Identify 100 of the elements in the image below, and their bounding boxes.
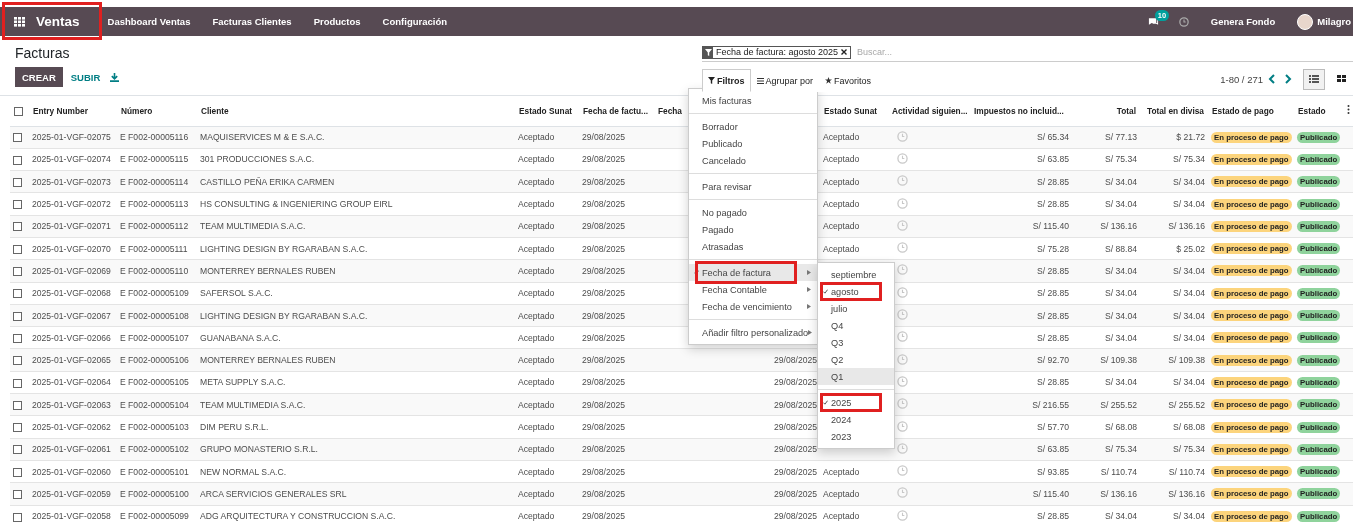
table-cell-text: S/ 110.74 [1100,466,1137,477]
column-header[interactable]: Actividad siguien... [888,96,970,126]
table-cell-text: Aceptado [518,511,555,522]
close-icon[interactable] [841,49,848,55]
column-header[interactable]: Cliente [197,96,515,126]
table-cell-text: S/ 255.52 [1168,399,1205,410]
user-name[interactable]: Milagro [1317,16,1351,27]
menu-item[interactable]: septiembre [818,266,894,283]
table-cell-text: 29/08/2025 [582,132,625,143]
table-cell-text: TEAM MULTIMEDIA S.A.C. [200,399,306,410]
chat-icon[interactable] [1147,16,1159,27]
table-cell-text: Aceptado [518,154,555,165]
company-switcher[interactable]: Genera Fondo [1210,16,1276,27]
app-title[interactable]: Ventas [36,14,80,29]
table-cell-text: E F002-00005114 [120,176,189,187]
column-header[interactable]: Número [117,96,197,126]
upload-button[interactable]: SUBIR [70,71,101,83]
row-checkbox[interactable] [13,222,22,232]
menu-item[interactable]: Q1 [818,368,894,385]
row-checkbox[interactable] [13,467,22,477]
row-checkbox[interactable] [13,512,22,522]
pager-value[interactable]: 1-80 / 271 [1220,73,1263,85]
row-checkbox[interactable] [13,177,22,187]
menu-item[interactable]: Cancelado [689,152,817,169]
nav-menu-item[interactable]: Facturas Clientes [212,16,292,27]
menu-item[interactable]: 2023 [818,428,894,445]
menu-item[interactable]: No pagado [689,204,817,221]
table-cell-text: E F002-00005111 [120,243,188,254]
filter-facet[interactable]: Fecha de factura: agosto 2025 [702,45,852,59]
column-header[interactable]: Total en divisa [1140,96,1208,126]
create-button[interactable]: CREAR [15,67,63,87]
menu-item[interactable]: Fecha Contable [689,281,817,298]
table-cell-text: 29/08/2025 [582,332,625,343]
table-cell-text: $ 21.72 [1176,132,1205,143]
table-cell-text: S/ 136.16 [1168,488,1205,499]
menu-item[interactable]: Borrador [689,118,817,135]
column-header[interactable]: Total [1072,96,1140,126]
menu-item[interactable]: julio [818,300,894,317]
row-checkbox[interactable] [13,311,22,321]
select-all-checkbox[interactable] [14,106,23,116]
table-cell-text: Aceptado [823,488,860,499]
menu-item[interactable]: Fecha de vencimiento [689,298,817,315]
menu-item[interactable]: Publicado [689,135,817,152]
row-checkbox[interactable] [13,378,22,388]
column-header[interactable]: Estado [1294,96,1343,126]
menu-item[interactable]: Q3 [818,334,894,351]
table-cell-text: Aceptado [518,332,555,343]
table-cell-text: Aceptado [823,221,860,232]
nav-menu-item[interactable]: Dashboard Ventas [107,16,191,27]
row-checkbox[interactable] [13,200,22,210]
column-header[interactable]: Estado de pago [1208,96,1294,126]
column-header[interactable]: Fecha de factu... [579,96,654,126]
apps-grid-icon[interactable] [14,16,25,27]
column-header[interactable]: Impuestos no incluid... [970,96,1072,126]
row-checkbox[interactable] [13,490,22,499]
table-cell-text: Aceptado [518,422,555,432]
menu-item[interactable]: Q2 [818,351,894,368]
table-cell-text: MAQUISERVICES M & E S.A.C. [200,132,325,143]
row-checkbox[interactable] [13,289,22,299]
menu-item[interactable]: agosto [818,283,894,300]
table-cell-text: 2025-01-VGF-02066 [32,332,111,343]
table-cell-text: 2025-01-VGF-02058 [32,511,111,522]
table-cell-text: S/ 34.04 [1173,377,1205,388]
column-header[interactable]: Estado Sunat [820,96,888,126]
menu-item[interactable]: Mis facturas [689,92,817,109]
menu-item[interactable]: Añadir filtro personalizado [689,324,817,341]
nav-menu-item[interactable]: Configuración [382,16,447,27]
table-cell-text: MONTERREY BERNALES RUBEN [200,265,336,276]
more-options-icon[interactable] [1347,105,1350,115]
menu-item[interactable]: Fecha de factura [689,264,817,281]
table-cell-text: 2025-01-VGF-02063 [32,399,111,410]
menu-item[interactable]: 2025 [818,394,894,411]
nav-menu-item[interactable]: Productos [313,16,361,27]
search-tab[interactable]: Filtros [702,69,751,92]
clock-icon[interactable] [1178,16,1189,27]
row-checkbox[interactable] [13,333,22,343]
menu-item[interactable]: Q4 [818,317,894,334]
download-icon[interactable] [110,72,120,82]
row-checkbox[interactable] [13,356,22,366]
row-checkbox[interactable] [13,244,22,254]
list-view-button[interactable] [1303,68,1325,90]
menu-item[interactable]: Para revisar [689,178,817,195]
row-checkbox[interactable] [13,400,22,410]
menu-item[interactable]: 2024 [818,411,894,428]
table-cell-text: 2025-01-VGF-02064 [32,377,111,388]
user-avatar[interactable] [1297,13,1314,30]
row-checkbox[interactable] [13,155,22,165]
table-cell-text: E F002-00005109 [120,288,189,299]
table-cell-text: CASTILLO PEÑA ERIKA CARMEN [200,176,335,187]
menu-item[interactable]: Atrasadas [689,238,817,255]
row-checkbox[interactable] [13,423,22,433]
row-checkbox[interactable] [13,267,22,277]
column-header[interactable]: Entry Number [29,96,117,126]
column-header[interactable]: Estado Sunat [515,96,579,126]
row-checkbox[interactable] [13,133,22,143]
row-checkbox[interactable] [13,445,22,455]
menu-item[interactable]: Pagado [689,221,817,238]
table-cell-text: 29/08/2025 [582,355,625,366]
table-cell-text: S/ 255.52 [1100,399,1137,410]
table-cell-text: Aceptado [518,466,555,477]
